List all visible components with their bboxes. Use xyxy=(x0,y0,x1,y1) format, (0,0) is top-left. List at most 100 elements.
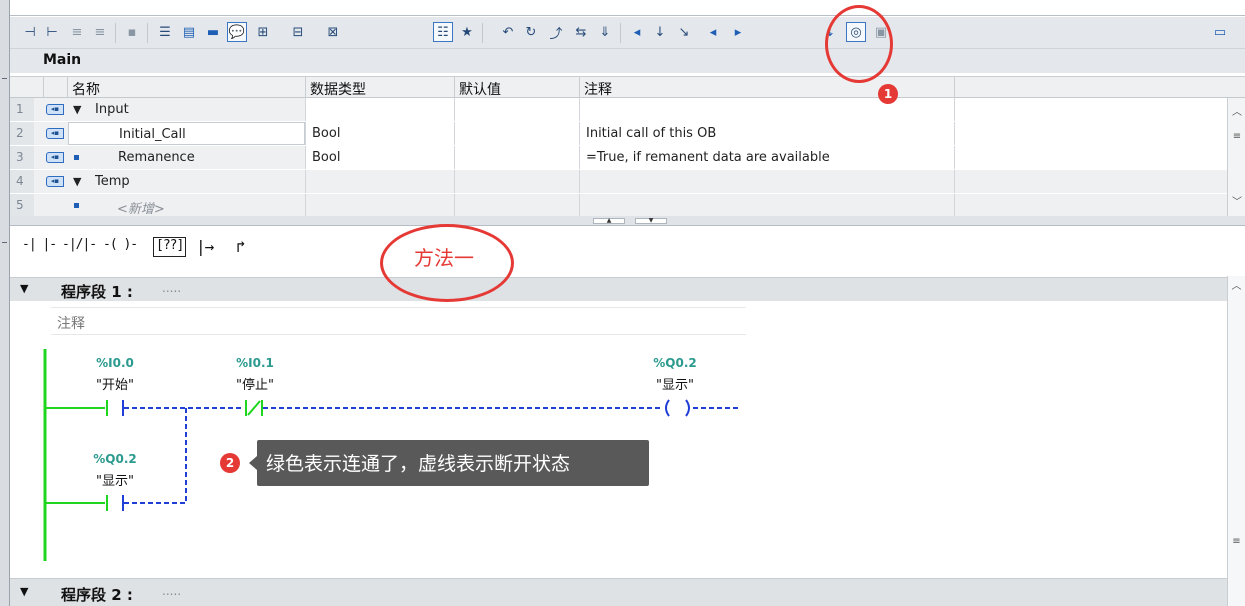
run-back-icon[interactable]: ▸ xyxy=(728,22,748,42)
var-type[interactable]: Bool xyxy=(305,146,454,169)
network-2-header[interactable]: ▼ 程序段 2 : ..... xyxy=(10,578,1227,606)
left-panel-strip[interactable] xyxy=(0,0,10,606)
var-comment[interactable]: Initial call of this OB xyxy=(579,122,954,145)
top-strip xyxy=(10,0,1245,16)
var-default[interactable] xyxy=(454,170,579,193)
header-default[interactable]: 默认值 xyxy=(454,77,579,98)
var-extra xyxy=(954,170,1227,193)
var-comment[interactable] xyxy=(579,98,954,121)
add-row-icon[interactable]: ≡ xyxy=(90,22,110,42)
coil-address[interactable]: %Q0.2 xyxy=(645,356,705,370)
scroll-down-icon[interactable]: ﹀ xyxy=(1230,196,1244,210)
network-1-header[interactable]: ▼ 程序段 1 : ..... xyxy=(10,277,1227,301)
splitter-up-icon[interactable]: ▲ xyxy=(593,218,625,224)
table-row[interactable]: 1 ◂▪ ▼ Input xyxy=(10,98,1227,122)
insert-network-icon[interactable]: ⊣ xyxy=(20,22,40,42)
collapse-triangle-icon[interactable]: ▼ xyxy=(20,585,28,598)
expand-triangle-icon[interactable]: ▼ xyxy=(73,103,81,116)
add-new-var[interactable]: <新增> xyxy=(117,194,165,217)
network-comments-icon[interactable]: ▤ xyxy=(179,22,199,42)
open-branch-icon[interactable]: |→ xyxy=(196,237,214,263)
scroll-grip-icon[interactable]: ≡ xyxy=(1230,130,1244,144)
scroll-up-icon[interactable]: ︿ xyxy=(1229,279,1244,294)
toolbar-separator xyxy=(482,23,483,43)
var-default[interactable] xyxy=(454,146,579,169)
var-comment[interactable] xyxy=(579,194,954,217)
scroll-grip-icon[interactable]: ≡ xyxy=(1229,534,1244,549)
delete-network-icon[interactable]: ⊢ xyxy=(42,22,62,42)
ladder-toolbar: -| |- -|/|- -( )- [??] |→ ↱ xyxy=(10,227,1245,271)
var-type[interactable] xyxy=(305,170,454,193)
row-number: 1 xyxy=(10,98,34,121)
table-row[interactable]: 2 ◂▪ Initial_Call Bool Initial call of t… xyxy=(10,122,1227,146)
header-datatype[interactable]: 数据类型 xyxy=(305,77,454,98)
close-branch-icon[interactable]: ▪ xyxy=(122,22,142,42)
var-type[interactable] xyxy=(305,98,454,121)
interface-scrollbar[interactable]: ︿ ≡ ﹀ xyxy=(1227,98,1245,216)
contact-address[interactable]: %Q0.2 xyxy=(85,452,145,466)
editor-scrollbar[interactable]: ︿ ≡ xyxy=(1227,276,1245,606)
var-name[interactable]: Initial_Call xyxy=(68,122,305,145)
var-name[interactable]: Input xyxy=(95,98,129,121)
editor-toolbar: ⊣ ⊢ ≡ ≡ ▪ ☰ ▤ ▬ 💬 ⊞ ⊟ ⊠ ☷ ★ ↶ ↻ ⤴ ⇆ ⇓ ◂ … xyxy=(10,17,1245,49)
goto-prev-icon[interactable]: ↻ xyxy=(521,22,541,42)
run-icon[interactable]: ◂ xyxy=(703,22,723,42)
var-default[interactable] xyxy=(454,194,579,217)
scroll-up-icon[interactable]: ︿ xyxy=(1230,106,1244,120)
insert-row-icon[interactable]: ≡ xyxy=(67,22,87,42)
highlight-ring xyxy=(825,5,893,83)
absolute-operands-icon[interactable]: ☰ xyxy=(155,22,175,42)
download-icon[interactable]: ⇓ xyxy=(595,22,615,42)
step-icon[interactable]: ↓ xyxy=(650,22,670,42)
table-row[interactable]: 5 <新增> xyxy=(10,194,1227,218)
var-extra xyxy=(954,194,1227,217)
breakpoint-icon[interactable]: ◂ xyxy=(627,22,647,42)
goto-icon[interactable]: ↶ xyxy=(498,22,518,42)
step-out-icon[interactable]: ↘ xyxy=(674,22,694,42)
var-default[interactable] xyxy=(454,122,579,145)
contact-address[interactable]: %I0.0 xyxy=(85,356,145,370)
header-name[interactable]: 名称 xyxy=(67,77,305,98)
var-type[interactable] xyxy=(305,194,454,217)
operand-list-icon[interactable]: ⊞ xyxy=(253,22,273,42)
table-row[interactable]: 4 ◂▪ ▼ Temp xyxy=(10,170,1227,194)
goto-next-icon[interactable]: ⤴ xyxy=(546,22,566,42)
var-comment[interactable]: =True, if remanent data are available xyxy=(579,146,954,169)
contact-address[interactable]: %I0.1 xyxy=(225,356,285,370)
contact-tag[interactable]: "停止" xyxy=(225,374,285,393)
network-comment[interactable]: 注释 xyxy=(51,307,746,335)
network-title-placeholder[interactable]: ..... xyxy=(162,281,181,295)
view-list-icon[interactable]: ☷ xyxy=(433,22,453,42)
splitter[interactable]: ▲ ▼ xyxy=(10,216,1245,226)
window-icon[interactable]: ▭ xyxy=(1210,22,1230,42)
favorites-star-icon[interactable]: ★ xyxy=(457,22,477,42)
operand-list-2-icon[interactable]: ⊟ xyxy=(288,22,308,42)
comment-icon[interactable]: 💬 xyxy=(227,22,247,42)
var-name[interactable]: Temp xyxy=(95,170,130,193)
coil-tag[interactable]: "显示" xyxy=(645,374,705,393)
toolbar-separator xyxy=(115,23,116,43)
collapse-triangle-icon[interactable]: ▼ xyxy=(20,282,28,295)
symbol-info-icon[interactable]: ⊠ xyxy=(323,22,343,42)
step-badge: 1 xyxy=(878,84,898,104)
expand-triangle-icon[interactable]: ▼ xyxy=(73,175,81,188)
var-default[interactable] xyxy=(454,98,579,121)
var-type[interactable]: Bool xyxy=(305,122,454,145)
close-branch-icon[interactable]: ↱ xyxy=(236,237,246,263)
compare-icon[interactable]: ⇆ xyxy=(571,22,591,42)
var-extra xyxy=(954,98,1227,121)
nc-contact-icon[interactable]: -|/|- xyxy=(62,237,97,263)
contact-tag[interactable]: "开始" xyxy=(85,374,145,393)
network-title-placeholder[interactable]: ..... xyxy=(162,584,181,598)
coil-icon[interactable]: -( )- xyxy=(103,237,138,263)
contact-tag[interactable]: "显示" xyxy=(85,470,145,489)
splitter-down-icon[interactable]: ▼ xyxy=(635,218,667,224)
var-bullet-icon xyxy=(74,203,79,208)
table-row[interactable]: 3 ◂▪ Remanence Bool =True, if remanent d… xyxy=(10,146,1227,170)
no-contact-icon[interactable]: -| |- xyxy=(22,237,57,263)
toolbar-separator xyxy=(147,23,148,43)
var-comment[interactable] xyxy=(579,170,954,193)
collapse-icon[interactable]: ▬ xyxy=(203,22,223,42)
var-name[interactable]: Remanence xyxy=(118,146,195,169)
empty-box-icon[interactable]: [??] xyxy=(153,237,187,257)
